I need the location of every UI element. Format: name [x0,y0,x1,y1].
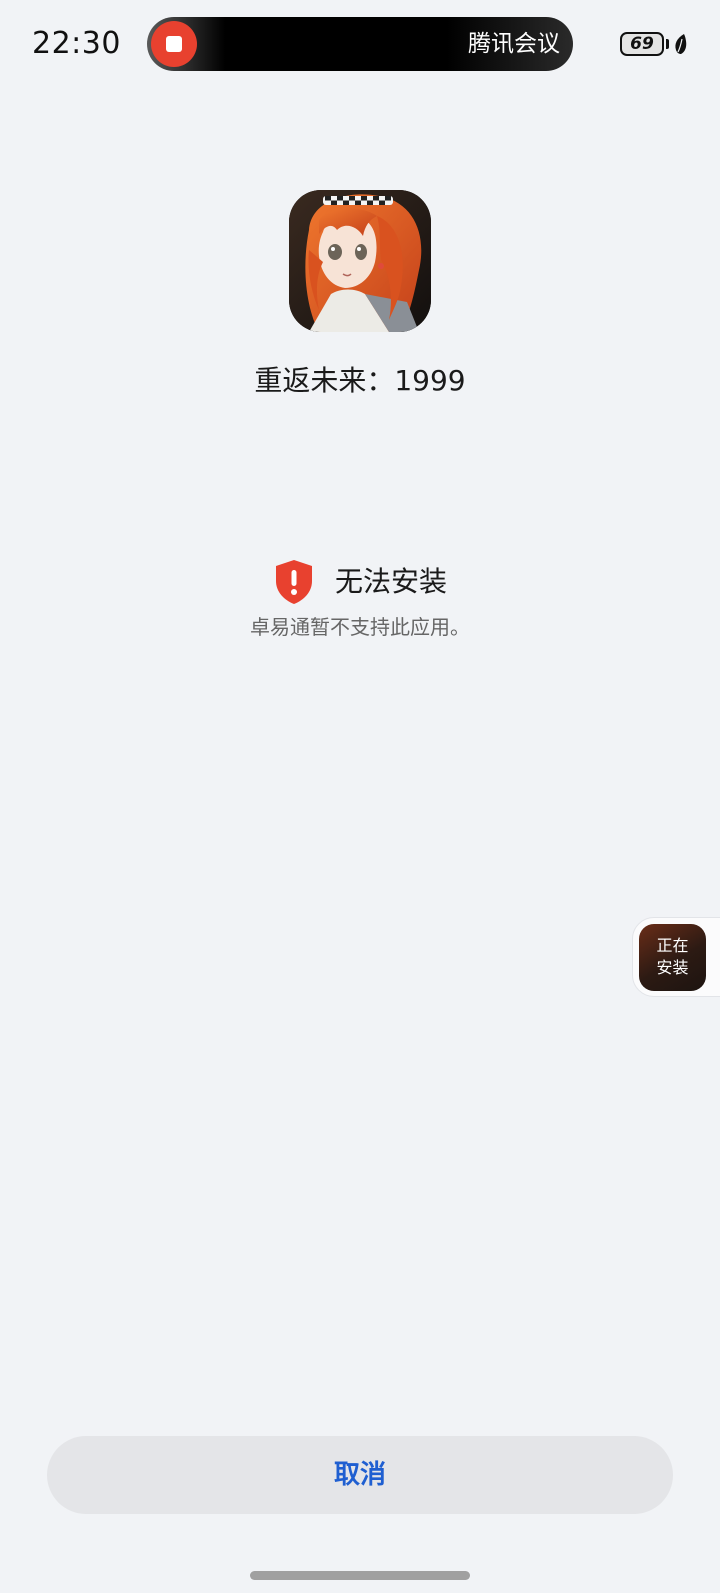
install-status-description: 卓易通暂不支持此应用。 [250,615,470,639]
meeting-capsule[interactable]: 腾讯会议 [147,17,573,71]
shield-alert-icon [275,560,312,604]
stop-recording-button[interactable] [151,21,197,67]
status-time: 22:30 [32,26,121,61]
meeting-app-label: 腾讯会议 [468,31,560,57]
home-indicator[interactable] [250,1571,470,1580]
cancel-button[interactable]: 取消 [47,1436,673,1514]
battery-icon: 69 [620,32,664,56]
install-status-row: 无法安装 [0,559,720,605]
installing-badge-line1: 正在 [656,936,689,955]
app-name: 重返未来：1999 [254,364,466,397]
app-icon [289,190,431,332]
installing-badge-line2: 安装 [656,958,689,977]
installing-badge-text: 正在 安装 [639,935,706,979]
install-status-title: 无法安装 [334,565,447,598]
installing-floating-badge[interactable]: 正在 安装 [632,917,720,997]
stop-square-icon [166,36,182,52]
installing-app-thumbnail: 正在 安装 [639,924,706,991]
leaf-icon [675,34,687,54]
battery-tip [666,39,669,49]
battery-level: 69 [630,34,654,54]
